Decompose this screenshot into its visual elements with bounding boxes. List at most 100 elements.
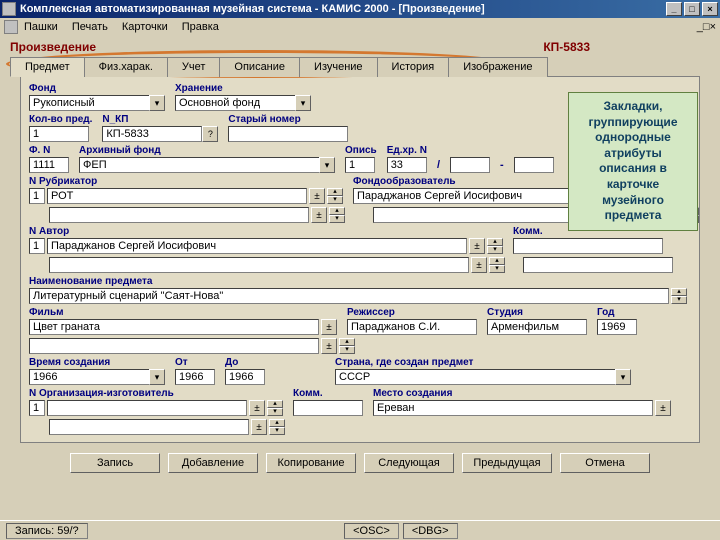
down-icon[interactable]: ▾ bbox=[339, 346, 355, 354]
lookup-icon[interactable]: ± bbox=[251, 419, 267, 435]
dropdown-icon[interactable]: ▾ bbox=[149, 369, 165, 385]
label-vremya: Время создания bbox=[29, 357, 165, 368]
up-icon[interactable]: ▴ bbox=[267, 400, 283, 408]
down-icon[interactable]: ▾ bbox=[489, 265, 505, 273]
film-input[interactable] bbox=[29, 319, 319, 335]
ot-input[interactable] bbox=[175, 369, 215, 385]
status-osc: <OSC> bbox=[344, 523, 399, 539]
minimize-button[interactable]: _ bbox=[666, 2, 682, 16]
fn-input[interactable] bbox=[29, 157, 69, 173]
film2-input[interactable] bbox=[29, 338, 319, 354]
close-button[interactable]: × bbox=[702, 2, 718, 16]
dropdown-icon[interactable]: ▾ bbox=[319, 157, 335, 173]
up-icon[interactable]: ▴ bbox=[327, 188, 343, 196]
navtor-n-input[interactable] bbox=[29, 238, 45, 254]
save-button[interactable]: Запись bbox=[70, 453, 160, 473]
label-mesto: Место создания bbox=[373, 388, 671, 399]
dropdown-icon[interactable]: ▾ bbox=[615, 369, 631, 385]
down-icon[interactable]: ▾ bbox=[327, 196, 343, 204]
navtor-input[interactable] bbox=[47, 238, 467, 254]
help-button[interactable]: ? bbox=[202, 126, 218, 142]
nrub-input[interactable] bbox=[47, 188, 307, 204]
up-icon[interactable]: ▴ bbox=[489, 257, 505, 265]
komm3-input[interactable] bbox=[293, 400, 363, 416]
oldnum-input[interactable] bbox=[228, 126, 348, 142]
nrub-n-input[interactable] bbox=[29, 188, 45, 204]
tab-izobrazhenie[interactable]: Изображение bbox=[448, 57, 547, 77]
norg-input[interactable] bbox=[47, 400, 247, 416]
edkhr-input[interactable] bbox=[387, 157, 427, 173]
label-naim: Наименование предмета bbox=[29, 276, 691, 287]
menu-item[interactable]: Правка bbox=[182, 21, 219, 33]
up-icon[interactable]: ▴ bbox=[329, 207, 345, 215]
nrub2-input[interactable] bbox=[49, 207, 309, 223]
lookup-icon[interactable]: ± bbox=[321, 319, 337, 335]
lookup-icon[interactable]: ± bbox=[469, 238, 485, 254]
mdi-close-button[interactable]: × bbox=[710, 21, 716, 33]
mesto-input[interactable] bbox=[373, 400, 653, 416]
label-ot: От bbox=[175, 357, 215, 368]
prev-button[interactable]: Предыдущая bbox=[462, 453, 552, 473]
lookup-icon[interactable]: ± bbox=[471, 257, 487, 273]
annotation-callout: Закладки, группирующие однородные атрибу… bbox=[568, 92, 698, 231]
lookup-icon[interactable]: ± bbox=[655, 400, 671, 416]
form-header: Произведение КП-5833 bbox=[0, 36, 720, 56]
strana-input[interactable] bbox=[335, 369, 615, 385]
status-dbg: <DBG> bbox=[403, 523, 458, 539]
label-nkp: N_КП bbox=[102, 114, 218, 125]
tab-fizkharak[interactable]: Физ.харак. bbox=[84, 57, 168, 77]
navtor2-input[interactable] bbox=[49, 257, 469, 273]
down-icon[interactable]: ▾ bbox=[329, 215, 345, 223]
edkhr3-input[interactable] bbox=[514, 157, 554, 173]
tab-izuchenie[interactable]: Изучение bbox=[299, 57, 378, 77]
add-button[interactable]: Добавление bbox=[168, 453, 258, 473]
label-storage: Хранение bbox=[175, 83, 311, 94]
down-icon[interactable]: ▾ bbox=[671, 296, 687, 304]
komm2-input[interactable] bbox=[523, 257, 673, 273]
tab-opisanie[interactable]: Описание bbox=[219, 57, 300, 77]
tab-istoriya[interactable]: История bbox=[377, 57, 450, 77]
qty-input[interactable] bbox=[29, 126, 89, 142]
komm-input[interactable] bbox=[513, 238, 663, 254]
rezh-input[interactable] bbox=[347, 319, 477, 335]
up-icon[interactable]: ▴ bbox=[269, 419, 285, 427]
naim-input[interactable] bbox=[29, 288, 669, 304]
down-icon[interactable]: ▾ bbox=[267, 408, 283, 416]
next-button[interactable]: Следующая bbox=[364, 453, 454, 473]
label-navtor: N Автор bbox=[29, 226, 503, 237]
maximize-button[interactable]: □ bbox=[684, 2, 700, 16]
up-icon[interactable]: ▴ bbox=[671, 288, 687, 296]
tab-predmet[interactable]: Предмет bbox=[10, 57, 85, 77]
copy-button[interactable]: Копирование bbox=[266, 453, 356, 473]
lookup-icon[interactable]: ± bbox=[311, 207, 327, 223]
norg-n-input[interactable] bbox=[29, 400, 45, 416]
menu-item[interactable]: Печать bbox=[72, 21, 108, 33]
menu-item[interactable]: Пашки bbox=[24, 21, 58, 33]
down-icon[interactable]: ▾ bbox=[269, 427, 285, 435]
archfund-input[interactable] bbox=[79, 157, 319, 173]
studio-input[interactable] bbox=[487, 319, 587, 335]
down-icon[interactable]: ▾ bbox=[487, 246, 503, 254]
nkp-input[interactable] bbox=[102, 126, 202, 142]
lookup-icon[interactable]: ± bbox=[249, 400, 265, 416]
lookup-icon[interactable]: ± bbox=[321, 338, 337, 354]
fund-input[interactable] bbox=[29, 95, 149, 111]
cancel-button[interactable]: Отмена bbox=[560, 453, 650, 473]
opis-input[interactable] bbox=[345, 157, 375, 173]
edkhr2-input[interactable] bbox=[450, 157, 490, 173]
menu-item[interactable]: Карточки bbox=[122, 21, 168, 33]
lookup-icon[interactable]: ± bbox=[309, 188, 325, 204]
up-icon[interactable]: ▴ bbox=[339, 338, 355, 346]
storage-input[interactable] bbox=[175, 95, 295, 111]
do-input[interactable] bbox=[225, 369, 265, 385]
window-title: Комплексная автоматизированная музейная … bbox=[20, 3, 485, 15]
vremya-input[interactable] bbox=[29, 369, 149, 385]
label-rezh: Режиссер bbox=[347, 307, 477, 318]
dropdown-icon[interactable]: ▾ bbox=[295, 95, 311, 111]
up-icon[interactable]: ▴ bbox=[487, 238, 503, 246]
dropdown-icon[interactable]: ▾ bbox=[149, 95, 165, 111]
mdi-maximize-button[interactable]: □ bbox=[703, 21, 710, 33]
tab-uchet[interactable]: Учет bbox=[167, 57, 221, 77]
norg2-input[interactable] bbox=[49, 419, 249, 435]
god-input[interactable] bbox=[597, 319, 637, 335]
